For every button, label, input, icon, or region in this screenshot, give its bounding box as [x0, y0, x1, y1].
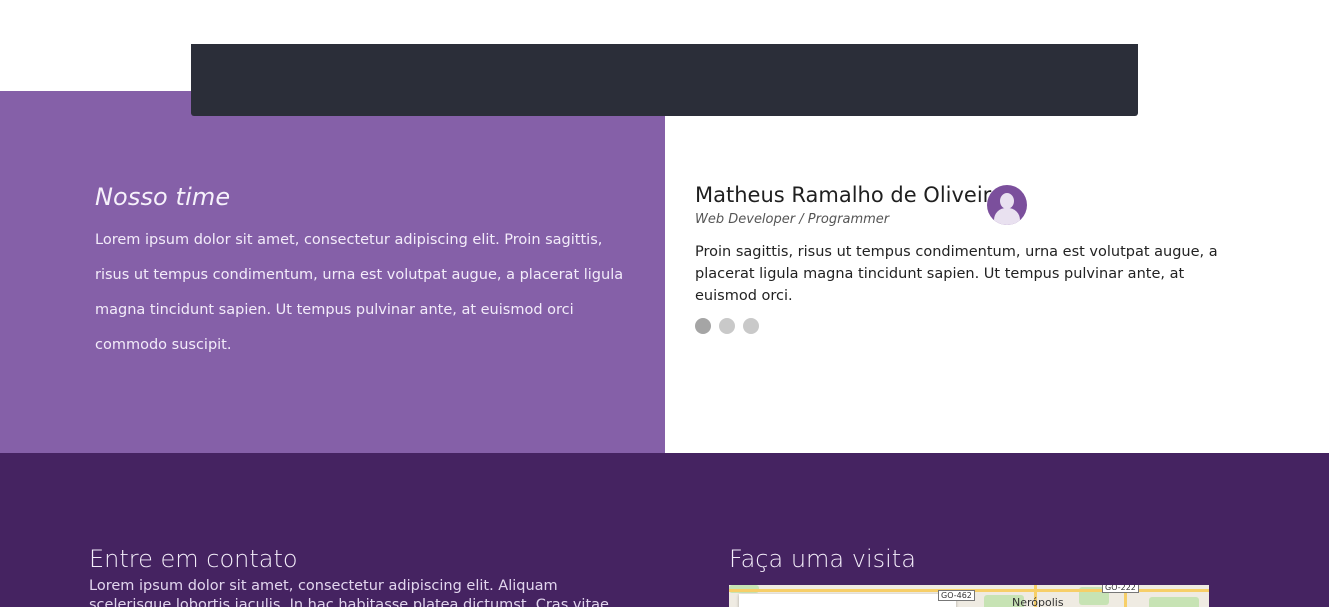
team-heading: Nosso time	[95, 183, 231, 211]
team-intro-panel: Nosso time Lorem ipsum dolor sit amet, c…	[0, 91, 665, 453]
map-highway-shield-left: GO-462	[938, 590, 975, 601]
location-map[interactable]: GO-462 GO-222 Nerópolis	[729, 585, 1209, 607]
member-name: Matheus Ramalho de Oliveira	[695, 183, 1005, 207]
map-park-area	[1149, 597, 1199, 607]
top-navigation-bar	[191, 44, 1138, 116]
member-role: Web Developer / Programmer	[695, 212, 890, 227]
member-quote: Proin sagittis, risus ut tempus condimen…	[695, 244, 1218, 304]
team-member-carousel: Matheus Ramalho de Oliveira Web Develope…	[665, 91, 1329, 453]
team-description: Lorem ipsum dolor sit amet, consectetur …	[95, 232, 624, 353]
map-city-label: Nerópolis	[1012, 596, 1064, 607]
contact-description: Lorem ipsum dolor sit amet, consectetur …	[89, 578, 609, 607]
avatar-head-shape	[1000, 193, 1014, 209]
contact-section: Entre em contato Lorem ipsum dolor sit a…	[0, 453, 1329, 607]
avatar-body-shape	[994, 208, 1020, 225]
carousel-dot-3[interactable]	[743, 318, 759, 334]
team-section: Nosso time Lorem ipsum dolor sit amet, c…	[0, 91, 1329, 453]
carousel-dot-2[interactable]	[719, 318, 735, 334]
map-highway-shield-right: GO-222	[1102, 585, 1139, 593]
contact-heading: Entre em contato	[89, 545, 298, 573]
carousel-pagination	[695, 318, 759, 334]
visit-heading: Faça uma visita	[729, 545, 916, 573]
map-info-panel	[739, 594, 956, 607]
user-avatar-icon	[987, 185, 1027, 225]
carousel-dot-1[interactable]	[695, 318, 711, 334]
